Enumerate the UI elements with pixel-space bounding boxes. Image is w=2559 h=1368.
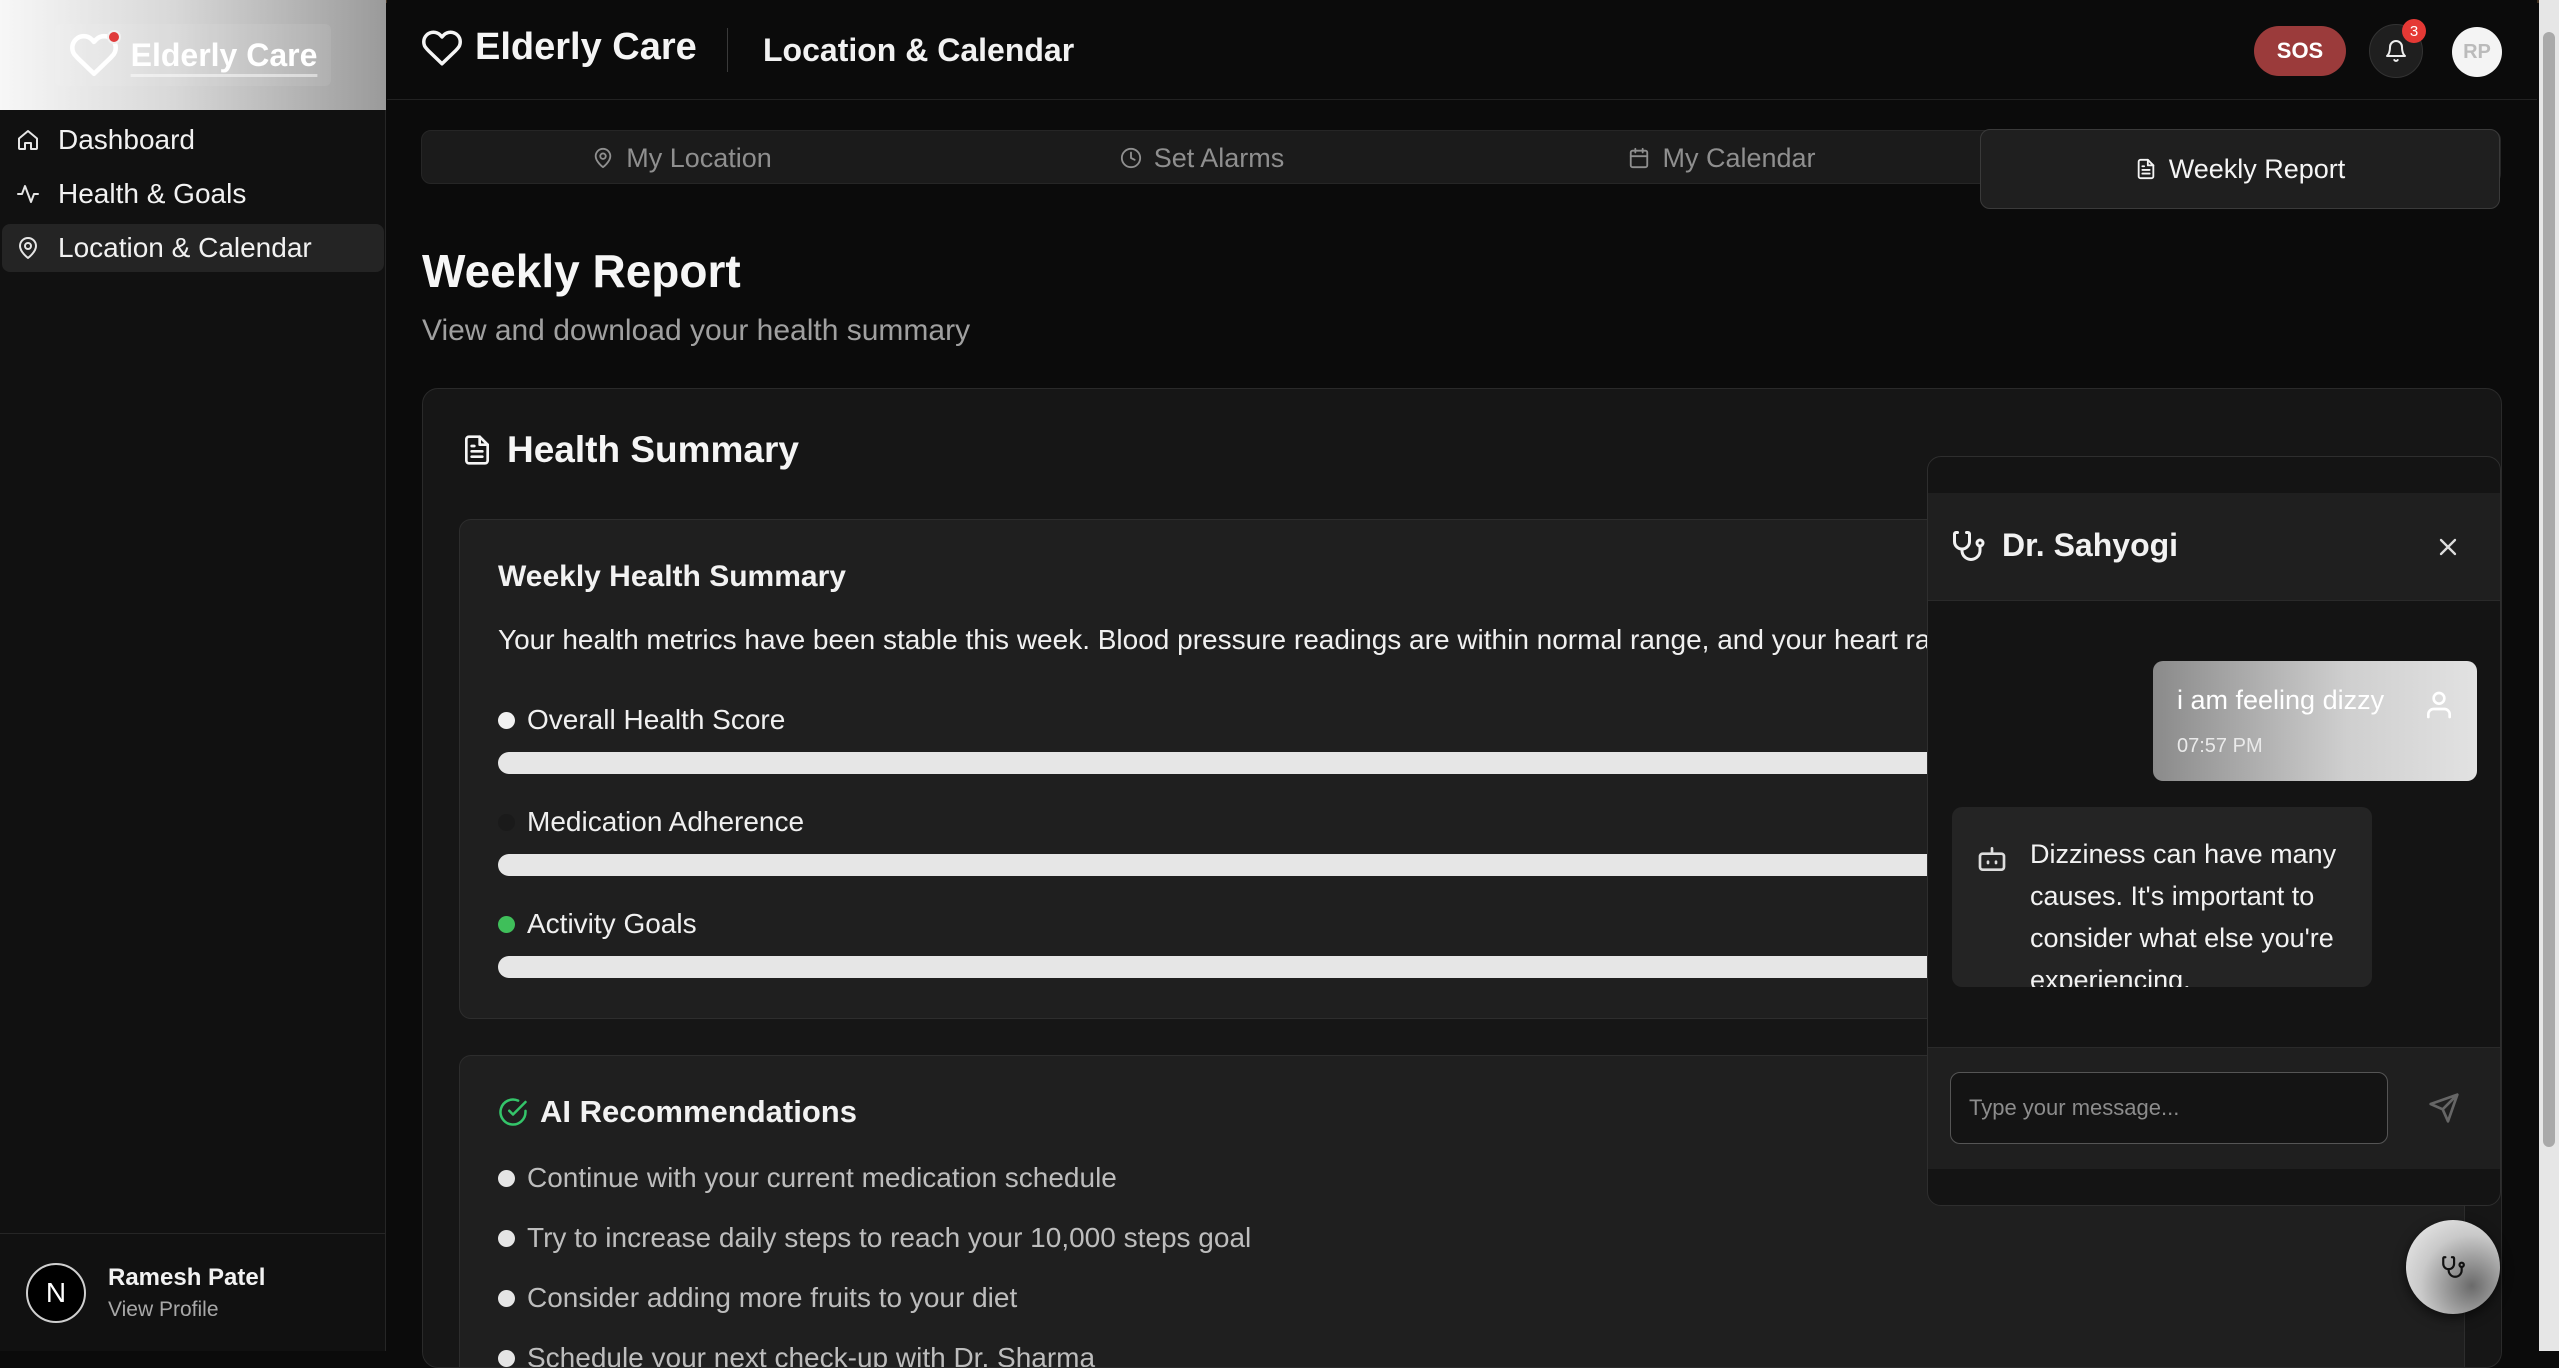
chat-header: Dr. Sahyogi	[1928, 493, 2500, 601]
status-dot	[498, 915, 515, 933]
tab-set-alarms[interactable]: Set Alarms	[942, 131, 1462, 185]
sos-button[interactable]: SOS	[2254, 26, 2346, 76]
logo-text: Elderly Care	[130, 36, 318, 73]
send-icon[interactable]	[2428, 1092, 2460, 1124]
sidebar-item-location-calendar[interactable]: Location & Calendar	[2, 224, 384, 272]
scrollbar-thumb[interactable]	[2543, 32, 2555, 1147]
activity-icon	[16, 182, 40, 206]
notification-count-badge: 3	[2402, 19, 2426, 43]
chat-title: Dr. Sahyogi	[1950, 527, 2178, 564]
profile-name: Ramesh Patel	[108, 1263, 266, 1291]
recommendation-text: Schedule your next check-up with Dr. Sha…	[527, 1342, 1096, 1368]
user-avatar[interactable]: RP	[2452, 27, 2502, 77]
report-tabs: My Location Set Alarms My Calendar Weekl…	[421, 129, 2501, 209]
bullet-dot	[498, 1349, 515, 1367]
profile-text: Ramesh Patel View Profile	[108, 1264, 265, 1322]
health-summary-heading: Health Summary	[461, 429, 799, 471]
tab-label: My Calendar	[1662, 142, 1816, 173]
page-title-header: Location & Calendar	[763, 32, 1075, 68]
list-item: Try to increase daily steps to reach you…	[498, 1222, 1251, 1254]
heart-icon	[421, 27, 463, 69]
health-summary-title: Health Summary	[507, 429, 799, 470]
status-dot	[498, 813, 515, 831]
calendar-icon	[1628, 147, 1650, 169]
tab-my-calendar[interactable]: My Calendar	[1462, 131, 1982, 185]
user-message-time: 07:57 PM	[2177, 735, 2263, 757]
view-profile-link[interactable]: View Profile	[108, 1298, 265, 1322]
status-dot	[498, 711, 515, 729]
sidebar-item-label: Health & Goals	[58, 178, 247, 209]
list-item: Continue with your current medication sc…	[498, 1162, 1117, 1194]
ai-recommendations-title: AI Recommendations	[540, 1094, 857, 1129]
map-pin-icon	[592, 147, 614, 169]
recommendation-text: Try to increase daily steps to reach you…	[527, 1222, 1252, 1253]
stethoscope-icon	[1950, 528, 1986, 564]
sidebar-item-health-goals[interactable]: Health & Goals	[2, 170, 384, 218]
user-icon	[2423, 689, 2455, 721]
stethoscope-icon	[2440, 1254, 2466, 1280]
map-pin-icon	[16, 236, 40, 260]
metric-label: Overall Health Score	[527, 704, 786, 735]
tab-label: My Location	[626, 142, 772, 173]
logo-inner: Elderly Care	[54, 24, 332, 86]
close-icon[interactable]	[2434, 533, 2462, 561]
recommendation-text: Consider adding more fruits to your diet	[527, 1282, 1018, 1313]
bullet-dot	[498, 1229, 515, 1247]
weekly-summary-text: Your health metrics have been stable thi…	[498, 624, 1954, 655]
chat-input-bar	[1928, 1047, 2500, 1169]
page-subtitle: View and download your health summary	[422, 314, 971, 347]
header-brand[interactable]: Elderly Care	[421, 26, 697, 69]
check-circle-icon	[498, 1097, 528, 1127]
metric-label: Activity Goals	[527, 908, 697, 939]
tab-label: Set Alarms	[1153, 142, 1285, 173]
avatar: N	[26, 1262, 86, 1323]
file-text-icon	[461, 434, 493, 466]
bullet-dot	[498, 1169, 515, 1187]
file-text-icon	[2135, 158, 2157, 180]
home-icon	[16, 128, 40, 152]
sidebar-profile[interactable]: N Ramesh Patel View Profile	[0, 1233, 386, 1351]
sidebar-item-label: Dashboard	[58, 124, 195, 155]
sidebar-logo[interactable]: Elderly Care	[0, 0, 386, 110]
chat-message-input[interactable]	[1950, 1072, 2388, 1144]
list-item: Schedule your next check-up with Dr. Sha…	[498, 1342, 1096, 1368]
chat-title-text: Dr. Sahyogi	[2002, 527, 2179, 563]
clock-icon	[1120, 147, 1142, 169]
sidebar: Elderly Care Dashboard Health & Goals Lo…	[0, 0, 386, 1351]
bot-message-text: Dizziness can have many causes. It's imp…	[2030, 839, 2337, 987]
sidebar-item-label: Location & Calendar	[58, 232, 312, 263]
tab-my-location[interactable]: My Location	[422, 131, 942, 185]
user-message-bubble: i am feeling dizzy 07:57 PM	[2153, 661, 2477, 781]
page-title: Weekly Report	[422, 245, 741, 297]
chat-window: Dr. Sahyogi i am feeling dizzy 07:57 PM …	[1927, 456, 2501, 1206]
tab-weekly-report[interactable]: Weekly Report	[1980, 129, 2500, 209]
user-message-text: i am feeling dizzy	[2177, 685, 2385, 715]
list-item: Consider adding more fruits to your diet	[498, 1282, 1017, 1314]
bot-icon	[1976, 843, 2008, 875]
ai-recommendations-heading: AI Recommendations	[498, 1094, 857, 1130]
bot-message-bubble: Dizziness can have many causes. It's imp…	[1952, 807, 2372, 987]
bullet-dot	[498, 1289, 515, 1307]
weekly-summary-title: Weekly Health Summary	[498, 560, 846, 593]
sidebar-nav: Dashboard Health & Goals Location & Cale…	[0, 110, 386, 278]
bell-icon	[2384, 39, 2408, 63]
metric-label: Medication Adherence	[527, 806, 805, 837]
notifications-button[interactable]: 3	[2369, 19, 2426, 78]
sidebar-item-dashboard[interactable]: Dashboard	[2, 116, 384, 164]
tab-label: Weekly Report	[2168, 153, 2346, 184]
recommendation-text: Continue with your current medication sc…	[527, 1162, 1117, 1193]
chat-toggle-button[interactable]	[2406, 1220, 2500, 1314]
header-brand-text: Elderly Care	[475, 26, 697, 68]
header-divider	[727, 28, 728, 72]
logo-notification-dot	[106, 30, 121, 44]
heart-icon	[69, 30, 121, 80]
top-header: Elderly Care Location & Calendar SOS 3 R…	[387, 0, 2537, 100]
